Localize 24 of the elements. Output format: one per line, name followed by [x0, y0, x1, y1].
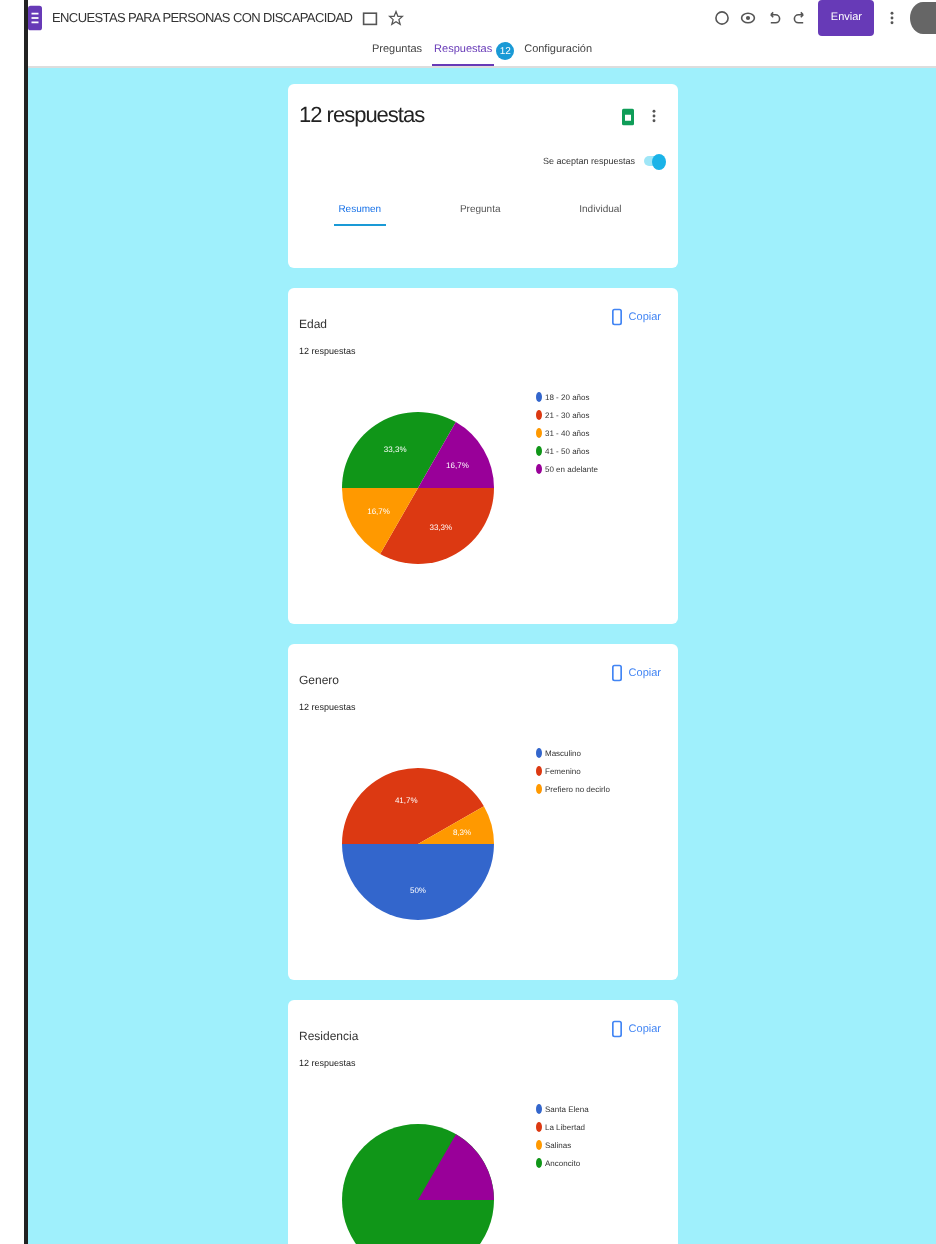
- star-icon[interactable]: [388, 10, 405, 26]
- forms-logo-icon[interactable]: [28, 4, 42, 32]
- undo-icon[interactable]: [766, 10, 783, 26]
- avatar[interactable]: [910, 2, 936, 34]
- legend-dot: [535, 428, 541, 438]
- legend-dot: [535, 446, 541, 456]
- legend-dot: [535, 1104, 541, 1114]
- legend-dot: [535, 1158, 541, 1168]
- legend-dot: [535, 784, 541, 794]
- copy-icon: [612, 664, 623, 682]
- legend-dot: [535, 392, 541, 402]
- copy-icon: [612, 308, 623, 326]
- legend-dot: [535, 1140, 541, 1150]
- responses-heading: 12 respuestas: [299, 104, 425, 128]
- legend-dot: [535, 1122, 541, 1132]
- legend-dot: [535, 464, 541, 474]
- spreadsheet-icon[interactable]: [621, 107, 633, 125]
- redo-icon[interactable]: [792, 10, 809, 26]
- eye-icon[interactable]: [740, 10, 757, 26]
- legend-dot: [535, 748, 541, 758]
- copy-icon: [612, 1020, 623, 1038]
- legend-dot: [535, 766, 541, 776]
- legend-dot: [535, 410, 541, 420]
- toggle-switch[interactable]: [643, 156, 661, 166]
